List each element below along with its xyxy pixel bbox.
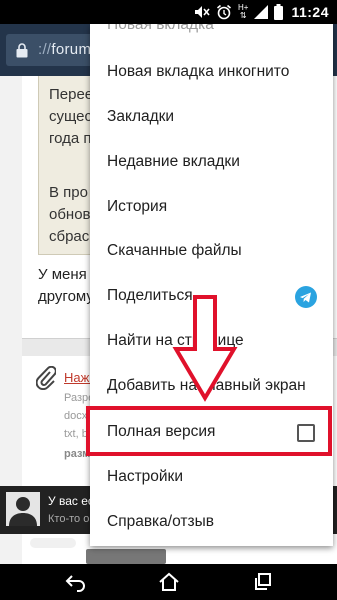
menu-item-label: Закладки (107, 108, 175, 125)
attachment-meta: docx (64, 410, 88, 422)
menu-item-help-feedback[interactable]: Справка/отзыв (90, 501, 333, 545)
recent-apps-icon[interactable] (254, 572, 272, 597)
status-bar: H+ ⇅ 11:24 (0, 0, 337, 24)
menu-item-new-incognito-tab[interactable]: Новая вкладка инкогнито (90, 51, 333, 95)
lock-icon (16, 43, 28, 58)
url-host: forum (51, 41, 92, 58)
quote-line: Перее (49, 86, 94, 103)
menu-item-label: Настройки (107, 468, 184, 485)
menu-item-downloads[interactable]: Скачанные файлы (90, 230, 333, 274)
network-type: H+ ⇅ (238, 3, 249, 20)
menu-item-settings[interactable]: Настройки (90, 456, 333, 500)
url-scheme: :// (38, 41, 52, 58)
quote-line: сущес (49, 108, 93, 125)
post-line: другому (38, 288, 94, 305)
user-icon (9, 497, 37, 526)
quote-line: В про (49, 184, 88, 201)
attachment-meta: txt, b (64, 428, 88, 440)
menu-item-recent-tabs[interactable]: Недавние вкладки (90, 141, 333, 185)
page-tab (30, 538, 76, 548)
clock: 11:24 (291, 4, 329, 20)
back-icon[interactable] (64, 572, 86, 597)
telegram-icon[interactable] (295, 286, 317, 308)
menu-item-label: История (107, 198, 168, 215)
menu-item-bookmarks[interactable]: Закладки (90, 96, 333, 140)
alarm-icon (216, 4, 232, 20)
menu-item-label: Скачанные файлы (107, 242, 242, 259)
highlight-box (86, 406, 332, 456)
page-scroll-element (86, 549, 166, 564)
url-text: ://forum (38, 41, 91, 58)
snackbar-subtitle: Кто-то о (48, 513, 90, 525)
mute-icon (195, 6, 210, 18)
paperclip-icon (36, 366, 56, 390)
menu-item-history[interactable]: История (90, 186, 333, 230)
menu-item-label: Недавние вкладки (107, 153, 240, 170)
quote-line: обнов (49, 206, 91, 223)
quote-line: года п (49, 130, 92, 147)
down-arrow-annotation (172, 295, 238, 402)
snackbar-title: У вас ес (48, 494, 94, 508)
overflow-menu: Новая вкладка Новая вкладка инкогнито За… (90, 24, 333, 546)
avatar (6, 492, 40, 526)
home-icon[interactable] (157, 572, 181, 597)
navigation-bar (0, 564, 337, 600)
quote-line: сбрас (49, 228, 90, 245)
signal-icon (254, 5, 269, 19)
menu-item-label: Новая вкладка (107, 24, 214, 33)
menu-item-label: Новая вкладка инкогнито (107, 63, 290, 80)
battery-icon (274, 4, 284, 20)
menu-item-label: Справка/отзыв (107, 513, 214, 530)
